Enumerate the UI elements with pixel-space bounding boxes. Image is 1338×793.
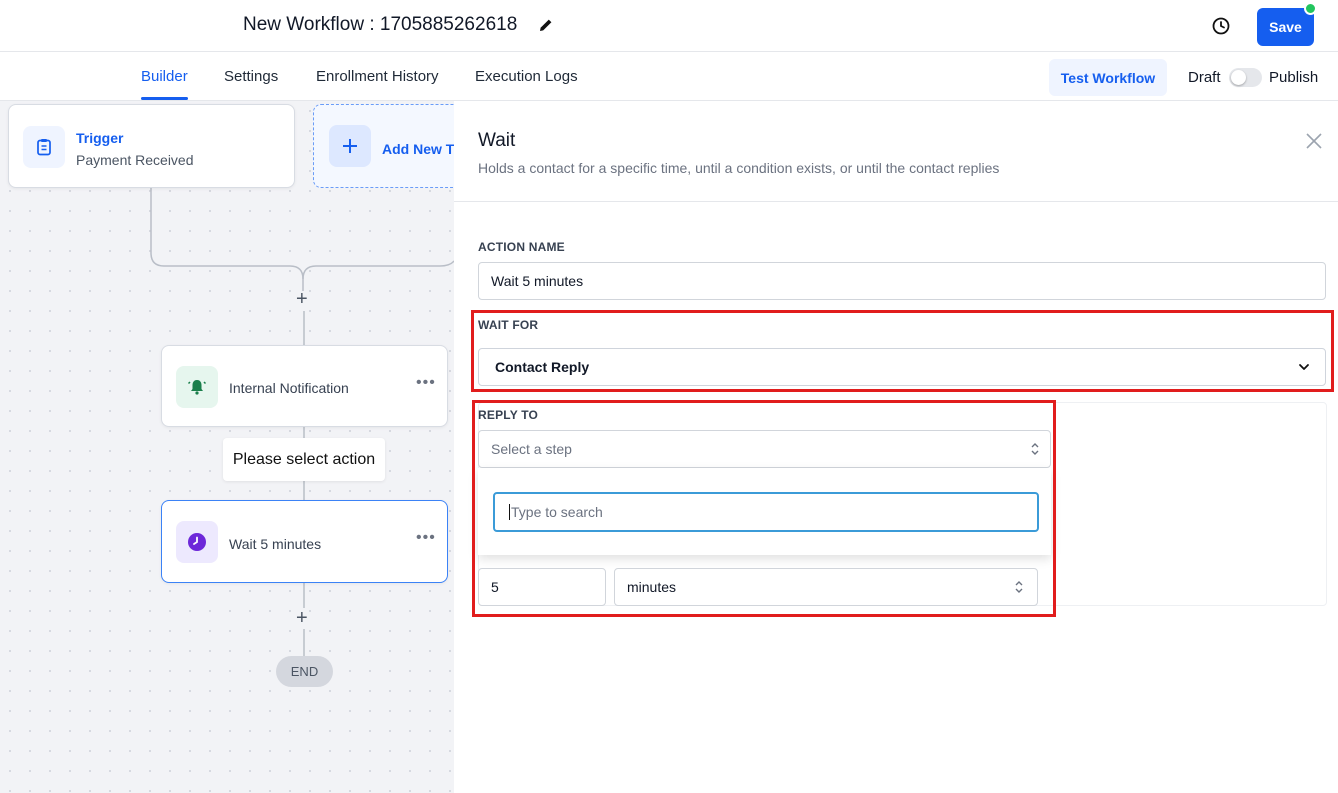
toggle-knob xyxy=(1231,70,1246,85)
end-node: END xyxy=(276,656,333,687)
tab-builder[interactable]: Builder xyxy=(141,68,188,85)
active-tab-indicator xyxy=(141,97,188,100)
top-bar: New Workflow : 1705885262618 Save xyxy=(0,0,1338,52)
clipboard-icon xyxy=(23,126,65,168)
more-options-icon[interactable]: ••• xyxy=(416,529,436,547)
publish-toggle[interactable] xyxy=(1229,68,1262,87)
action-name-label: ACTION NAME xyxy=(478,240,565,254)
workflow-title: New Workflow : 1705885262618 xyxy=(243,14,518,35)
test-workflow-button[interactable]: Test Workflow xyxy=(1049,59,1167,96)
highlight-box-reply-to xyxy=(472,400,1056,617)
tab-settings[interactable]: Settings xyxy=(224,68,278,85)
trigger-title: Trigger xyxy=(76,130,124,146)
close-icon[interactable] xyxy=(1304,131,1324,151)
panel-divider xyxy=(454,201,1338,202)
trigger-node[interactable]: Trigger Payment Received xyxy=(8,104,295,188)
wait-node[interactable]: Wait 5 minutes ••• xyxy=(161,500,448,583)
notification-label: Internal Notification xyxy=(229,380,349,396)
tab-bar: Builder Settings Enrollment History Exec… xyxy=(0,52,1338,101)
add-step-plus-icon[interactable]: + xyxy=(296,288,308,311)
wait-node-label: Wait 5 minutes xyxy=(229,536,322,552)
internal-notification-node[interactable]: Internal Notification ••• xyxy=(161,345,448,427)
bell-icon xyxy=(176,366,218,408)
select-action-tooltip: Please select action xyxy=(223,438,385,481)
tab-enrollment-history[interactable]: Enrollment History xyxy=(316,68,439,85)
wait-action-panel: Wait Holds a contact for a specific time… xyxy=(454,101,1338,793)
status-dot xyxy=(1304,2,1317,15)
add-trigger-card[interactable]: Add New T xyxy=(313,104,454,188)
workflow-canvas[interactable]: Trigger Payment Received Add New T + Int… xyxy=(0,101,454,793)
panel-subtitle: Holds a contact for a specific time, unt… xyxy=(478,160,1000,176)
history-clock-icon[interactable] xyxy=(1210,15,1232,37)
edit-pencil-icon[interactable] xyxy=(538,17,554,33)
clock-icon xyxy=(176,521,218,563)
trigger-subtitle: Payment Received xyxy=(76,152,194,168)
more-options-icon[interactable]: ••• xyxy=(416,374,436,392)
publish-label: Publish xyxy=(1269,69,1319,86)
add-trigger-label: Add New T xyxy=(382,141,454,157)
tab-execution-logs[interactable]: Execution Logs xyxy=(475,68,578,85)
plus-icon xyxy=(329,125,371,167)
add-step-plus-icon[interactable]: + xyxy=(296,607,308,630)
panel-title: Wait xyxy=(478,130,516,151)
action-name-input[interactable]: Wait 5 minutes xyxy=(478,262,1326,300)
save-button[interactable]: Save xyxy=(1257,8,1314,46)
draft-label: Draft xyxy=(1188,69,1221,86)
highlight-box-wait-for xyxy=(471,310,1334,392)
